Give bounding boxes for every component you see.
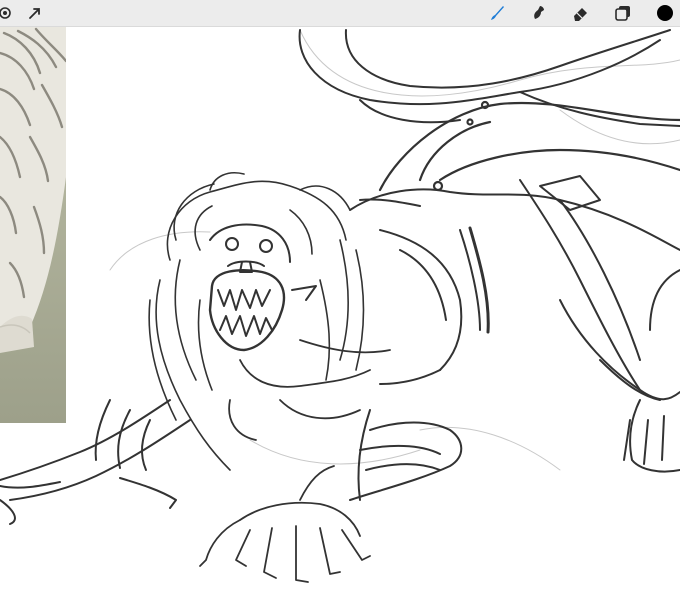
creature-sketch <box>0 29 680 583</box>
layers-icon[interactable] <box>612 2 634 24</box>
color-swatch-icon[interactable] <box>654 2 676 24</box>
top-toolbar <box>0 0 680 27</box>
smudge-icon[interactable] <box>528 2 550 24</box>
settings-icon[interactable] <box>0 2 16 24</box>
selection-arrow-icon[interactable] <box>24 2 46 24</box>
brush-icon[interactable] <box>486 2 508 24</box>
drawing-canvas[interactable] <box>0 27 680 604</box>
eraser-icon[interactable] <box>570 2 592 24</box>
